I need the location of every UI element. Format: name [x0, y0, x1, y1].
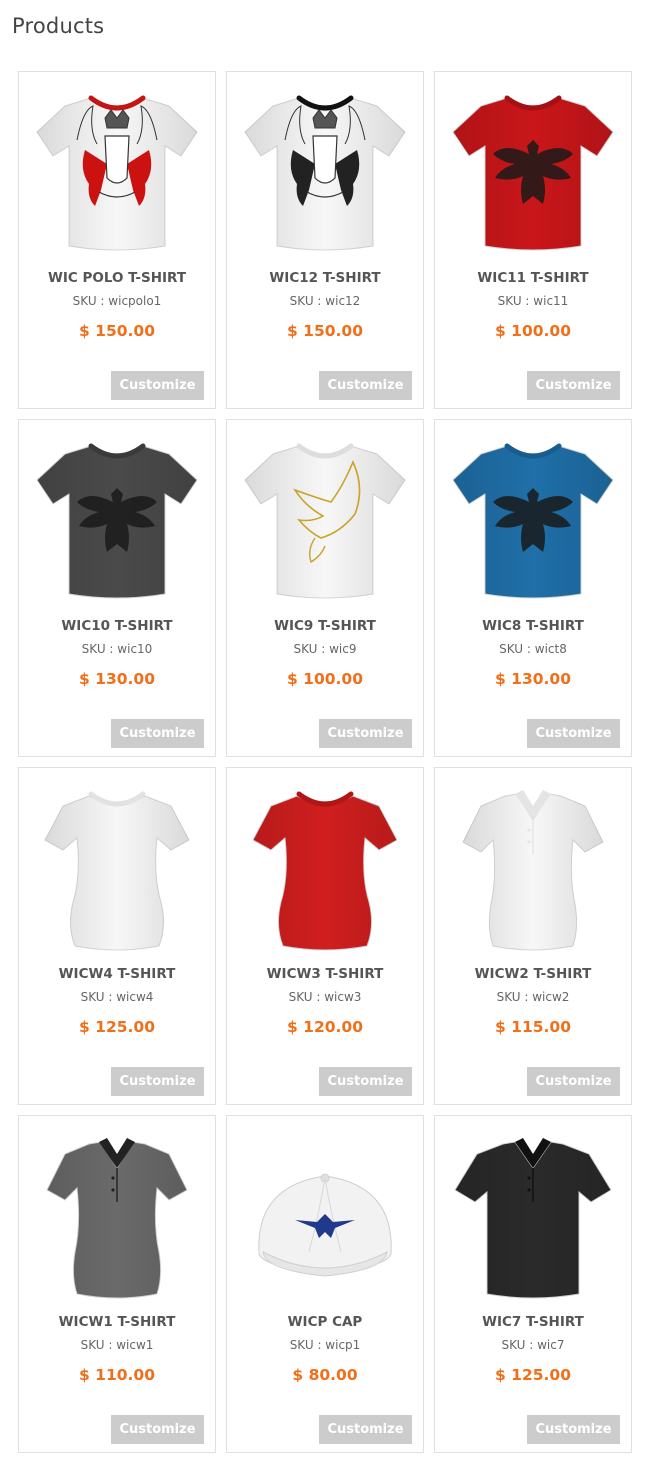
product-card[interactable]: WICW4 T-SHIRT SKU : wicw4 $ 125.00 Custo… [18, 767, 216, 1105]
customize-button[interactable]: Customize [319, 1415, 412, 1444]
tshirt-eagle-gray-icon [36, 443, 198, 599]
customize-button[interactable]: Customize [527, 1415, 620, 1444]
customize-button[interactable]: Customize [111, 1067, 204, 1096]
product-image[interactable] [27, 428, 207, 608]
product-name[interactable]: WIC7 T-SHIRT [435, 1314, 631, 1330]
product-name[interactable]: WICW4 T-SHIRT [19, 966, 215, 982]
product-card[interactable]: WIC11 T-SHIRT SKU : wic11 $ 100.00 Custo… [434, 71, 632, 409]
product-sku: SKU : wic7 [501, 1338, 565, 1352]
product-image[interactable] [27, 80, 207, 260]
product-image[interactable] [443, 776, 623, 956]
tshirt-crest-black-icon [244, 95, 406, 251]
product-sku: SKU : wicw3 [288, 990, 362, 1004]
product-name[interactable]: WICW2 T-SHIRT [435, 966, 631, 982]
product-sku: SKU : wic11 [497, 294, 569, 308]
cap-eagle-icon [258, 1173, 392, 1277]
customize-button[interactable]: Customize [111, 1415, 204, 1444]
product-name[interactable]: WIC10 T-SHIRT [19, 618, 215, 634]
product-sku: SKU : wicpolo1 [72, 294, 162, 308]
product-price: $ 100.00 [495, 322, 571, 340]
product-price: $ 100.00 [287, 670, 363, 688]
product-name[interactable]: WIC POLO T-SHIRT [19, 270, 215, 286]
product-sku: SKU : wict8 [499, 642, 567, 656]
product-card[interactable]: WICW2 T-SHIRT SKU : wicw2 $ 115.00 Custo… [434, 767, 632, 1105]
product-card[interactable]: WIC12 T-SHIRT SKU : wic12 $ 150.00 Custo… [226, 71, 424, 409]
product-price: $ 80.00 [292, 1366, 358, 1384]
customize-button[interactable]: Customize [111, 719, 204, 748]
product-image[interactable] [27, 1124, 207, 1304]
product-price: $ 125.00 [79, 1018, 155, 1036]
product-card[interactable]: WICW1 T-SHIRT SKU : wicw1 $ 110.00 Custo… [18, 1115, 216, 1453]
product-image[interactable] [443, 428, 623, 608]
product-price: $ 130.00 [495, 670, 571, 688]
tshirt-crest-red-icon [36, 95, 198, 251]
product-name[interactable]: WICW3 T-SHIRT [227, 966, 423, 982]
product-sku: SKU : wicw1 [80, 1338, 154, 1352]
product-sku: SKU : wic9 [293, 642, 357, 656]
product-price: $ 150.00 [287, 322, 363, 340]
product-card[interactable]: WICW3 T-SHIRT SKU : wicw3 $ 120.00 Custo… [226, 767, 424, 1105]
women-polo-white-icon [462, 790, 604, 951]
product-price: $ 125.00 [495, 1366, 571, 1384]
customize-button[interactable]: Customize [319, 1067, 412, 1096]
product-image[interactable] [443, 80, 623, 260]
page-title: Products [12, 14, 105, 38]
product-name[interactable]: WIC11 T-SHIRT [435, 270, 631, 286]
polo-black-icon [454, 1138, 612, 1299]
product-price: $ 150.00 [79, 322, 155, 340]
product-price: $ 110.00 [79, 1366, 155, 1384]
product-name[interactable]: WIC12 T-SHIRT [227, 270, 423, 286]
product-card[interactable]: WIC7 T-SHIRT SKU : wic7 $ 125.00 Customi… [434, 1115, 632, 1453]
product-price: $ 120.00 [287, 1018, 363, 1036]
product-name[interactable]: WIC9 T-SHIRT [227, 618, 423, 634]
product-card[interactable]: WIC POLO T-SHIRT SKU : wicpolo1 $ 150.00… [18, 71, 216, 409]
women-polo-gray-icon [46, 1138, 188, 1299]
product-sku: SKU : wicw2 [496, 990, 570, 1004]
product-card[interactable]: WIC8 T-SHIRT SKU : wict8 $ 130.00 Custom… [434, 419, 632, 757]
customize-button[interactable]: Customize [111, 371, 204, 400]
product-card[interactable]: WIC9 T-SHIRT SKU : wic9 $ 100.00 Customi… [226, 419, 424, 757]
customize-button[interactable]: Customize [527, 719, 620, 748]
tshirt-eagle-blue-icon [452, 443, 614, 599]
product-image[interactable] [235, 1124, 415, 1304]
customize-button[interactable]: Customize [527, 1067, 620, 1096]
tshirt-eagle-gold-icon [244, 443, 406, 599]
women-tshirt-red-icon [252, 791, 398, 951]
women-tshirt-white-icon [44, 791, 190, 951]
product-image[interactable] [235, 80, 415, 260]
product-image[interactable] [443, 1124, 623, 1304]
product-sku: SKU : wicp1 [289, 1338, 361, 1352]
product-price: $ 130.00 [79, 670, 155, 688]
customize-button[interactable]: Customize [319, 719, 412, 748]
product-sku: SKU : wicw4 [80, 990, 154, 1004]
product-image[interactable] [235, 776, 415, 956]
customize-button[interactable]: Customize [527, 371, 620, 400]
product-price: $ 115.00 [495, 1018, 571, 1036]
product-grid: WIC POLO T-SHIRT SKU : wicpolo1 $ 150.00… [18, 71, 632, 1453]
product-name[interactable]: WICW1 T-SHIRT [19, 1314, 215, 1330]
product-card[interactable]: WICP CAP SKU : wicp1 $ 80.00 Customize [226, 1115, 424, 1453]
product-image[interactable] [27, 776, 207, 956]
product-sku: SKU : wic10 [81, 642, 153, 656]
tshirt-eagle-red-icon [452, 95, 614, 251]
product-card[interactable]: WIC10 T-SHIRT SKU : wic10 $ 130.00 Custo… [18, 419, 216, 757]
product-image[interactable] [235, 428, 415, 608]
product-sku: SKU : wic12 [289, 294, 361, 308]
customize-button[interactable]: Customize [319, 371, 412, 400]
product-name[interactable]: WICP CAP [227, 1314, 423, 1330]
product-name[interactable]: WIC8 T-SHIRT [435, 618, 631, 634]
